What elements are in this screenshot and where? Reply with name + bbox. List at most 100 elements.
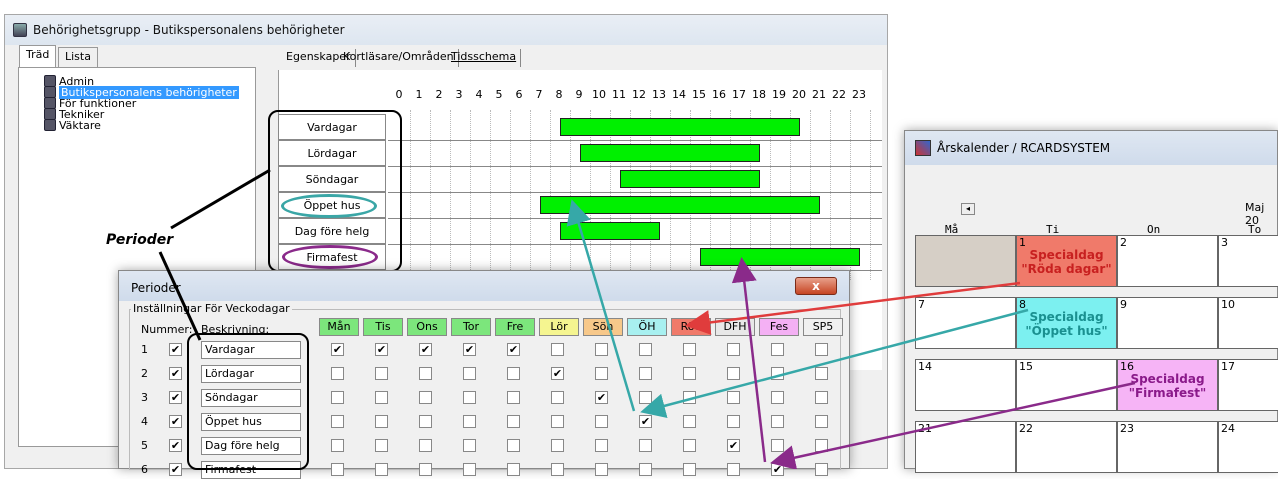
day-checkbox[interactable] [375, 463, 388, 476]
day-cell[interactable]: 7 [915, 297, 1016, 349]
day-checkbox[interactable] [815, 391, 828, 404]
day-checkbox[interactable] [463, 415, 476, 428]
day-checkbox[interactable] [551, 463, 564, 476]
day-checkbox[interactable] [639, 343, 652, 356]
day-checkbox[interactable] [375, 415, 388, 428]
day-checkbox[interactable] [331, 367, 344, 380]
day-checkbox[interactable] [815, 343, 828, 356]
day-cell[interactable]: 10 [1218, 297, 1278, 349]
day-cell[interactable] [915, 235, 1016, 287]
day-checkbox[interactable] [551, 439, 564, 452]
day-cell[interactable]: 2 [1117, 235, 1218, 287]
day-checkbox[interactable] [595, 463, 608, 476]
day-checkbox[interactable] [551, 415, 564, 428]
day-cell[interactable]: 1 Specialdag "Röda dagar" [1016, 235, 1117, 287]
day-checkbox[interactable] [727, 367, 740, 380]
day-checkbox[interactable]: ✔ [639, 415, 652, 428]
day-checkbox[interactable] [331, 391, 344, 404]
day-checkbox[interactable] [507, 367, 520, 380]
day-checkbox[interactable]: ✔ [507, 343, 520, 356]
tab-lista[interactable]: Lista [58, 47, 98, 67]
day-checkbox[interactable] [771, 439, 784, 452]
day-checkbox[interactable]: ✔ [727, 439, 740, 452]
day-checkbox[interactable] [331, 415, 344, 428]
day-checkbox[interactable] [595, 343, 608, 356]
day-checkbox[interactable] [419, 439, 432, 452]
prev-month-button[interactable]: ◂ [961, 203, 975, 215]
day-checkbox[interactable] [551, 343, 564, 356]
day-checkbox[interactable] [639, 367, 652, 380]
day-checkbox[interactable] [463, 463, 476, 476]
day-checkbox[interactable] [595, 415, 608, 428]
day-checkbox[interactable] [419, 391, 432, 404]
day-cell[interactable]: 14 [915, 359, 1016, 411]
day-checkbox[interactable] [419, 415, 432, 428]
day-cell[interactable]: 16 Specialdag "Firmafest" [1117, 359, 1218, 411]
tab-kortlasare[interactable]: Kortläsare/Områden [339, 49, 459, 67]
enabled-checkbox[interactable]: ✔ [169, 463, 182, 476]
enabled-checkbox[interactable]: ✔ [169, 415, 182, 428]
day-checkbox[interactable] [727, 415, 740, 428]
day-cell[interactable]: 24 [1218, 421, 1278, 473]
enabled-checkbox[interactable]: ✔ [169, 343, 182, 356]
day-checkbox[interactable] [639, 439, 652, 452]
day-checkbox[interactable] [463, 439, 476, 452]
day-cell[interactable]: 15 [1016, 359, 1117, 411]
day-checkbox[interactable]: ✔ [375, 343, 388, 356]
enabled-checkbox[interactable]: ✔ [169, 439, 182, 452]
day-checkbox[interactable] [639, 391, 652, 404]
day-checkbox[interactable] [639, 463, 652, 476]
day-checkbox[interactable] [331, 439, 344, 452]
day-checkbox[interactable] [551, 391, 564, 404]
tab-tidsschema[interactable]: Tidsschema [447, 49, 522, 67]
day-cell[interactable]: 22 [1016, 421, 1117, 473]
day-checkbox[interactable]: ✔ [551, 367, 564, 380]
day-checkbox[interactable] [771, 415, 784, 428]
day-checkbox[interactable] [507, 391, 520, 404]
day-checkbox[interactable] [683, 439, 696, 452]
day-checkbox[interactable] [815, 463, 828, 476]
day-checkbox[interactable] [683, 367, 696, 380]
day-cell[interactable]: 17 [1218, 359, 1278, 411]
day-cell[interactable]: 23 [1117, 421, 1218, 473]
day-cell[interactable]: 8 Specialdag "Öppet hus" [1016, 297, 1117, 349]
tab-trad[interactable]: Träd [19, 45, 57, 67]
day-checkbox[interactable] [419, 367, 432, 380]
close-button[interactable]: x [795, 277, 837, 295]
day-cell[interactable]: 9 [1117, 297, 1218, 349]
day-checkbox[interactable]: ✔ [419, 343, 432, 356]
day-checkbox[interactable] [683, 343, 696, 356]
day-checkbox[interactable] [683, 463, 696, 476]
day-checkbox[interactable] [727, 343, 740, 356]
day-checkbox[interactable]: ✔ [331, 343, 344, 356]
day-cell[interactable]: 3 [1218, 235, 1278, 287]
day-checkbox[interactable] [815, 415, 828, 428]
day-checkbox[interactable] [815, 439, 828, 452]
day-checkbox[interactable] [507, 463, 520, 476]
day-checkbox[interactable] [463, 391, 476, 404]
enabled-checkbox[interactable]: ✔ [169, 367, 182, 380]
day-cell[interactable]: 21 [915, 421, 1016, 473]
day-checkbox[interactable] [375, 439, 388, 452]
day-checkbox[interactable] [815, 367, 828, 380]
day-checkbox[interactable] [727, 391, 740, 404]
day-checkbox[interactable] [331, 463, 344, 476]
day-checkbox[interactable] [375, 391, 388, 404]
day-checkbox[interactable] [419, 463, 432, 476]
enabled-checkbox[interactable]: ✔ [169, 391, 182, 404]
day-checkbox[interactable] [771, 367, 784, 380]
day-checkbox[interactable] [595, 367, 608, 380]
day-checkbox[interactable] [463, 367, 476, 380]
day-checkbox[interactable] [683, 415, 696, 428]
tree-item[interactable]: Väktare [44, 118, 101, 132]
day-checkbox[interactable] [683, 391, 696, 404]
day-checkbox[interactable] [727, 463, 740, 476]
day-checkbox[interactable]: ✔ [771, 463, 784, 476]
day-checkbox[interactable]: ✔ [595, 391, 608, 404]
day-checkbox[interactable]: ✔ [463, 343, 476, 356]
day-checkbox[interactable] [595, 439, 608, 452]
day-checkbox[interactable] [507, 415, 520, 428]
day-checkbox[interactable] [507, 439, 520, 452]
day-checkbox[interactable] [771, 391, 784, 404]
day-checkbox[interactable] [375, 367, 388, 380]
